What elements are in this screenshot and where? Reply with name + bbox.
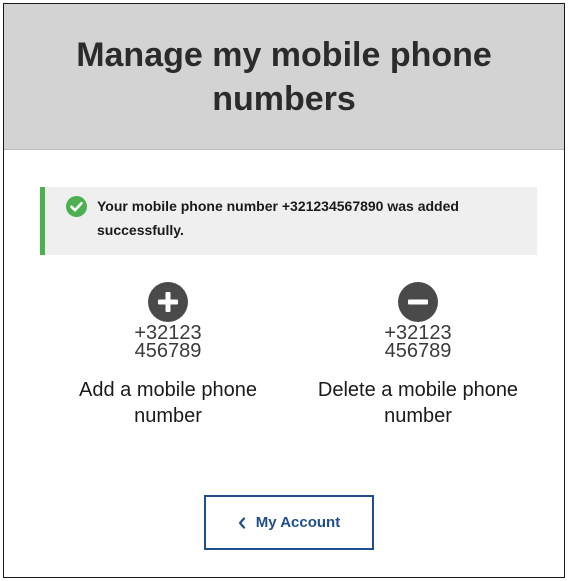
plus-circle-icon [148, 282, 188, 322]
phone-number-preview: +32123 456789 [384, 322, 452, 362]
page-header: Manage my mobile phone numbers [4, 4, 564, 150]
delete-number-action[interactable]: +32123 456789 Delete a mobile phone numb… [298, 282, 538, 429]
manage-numbers-panel: Manage my mobile phone numbers Your mobi… [3, 3, 565, 578]
success-message: Your mobile phone number +321234567890 w… [97, 198, 459, 238]
check-circle-icon [66, 196, 87, 217]
minus-circle-icon [398, 282, 438, 322]
my-account-button[interactable]: My Account [204, 495, 374, 550]
chevron-left-icon [238, 516, 246, 529]
add-number-action[interactable]: +32123 456789 Add a mobile phone number [48, 282, 288, 429]
success-alert: Your mobile phone number +321234567890 w… [40, 187, 537, 255]
my-account-label: My Account [255, 514, 341, 531]
add-number-label[interactable]: Add a mobile phone number [48, 377, 288, 429]
phone-number-preview: +32123 456789 [134, 322, 202, 362]
delete-number-label[interactable]: Delete a mobile phone number [298, 377, 538, 429]
page-title: Manage my mobile phone numbers [76, 35, 492, 118]
